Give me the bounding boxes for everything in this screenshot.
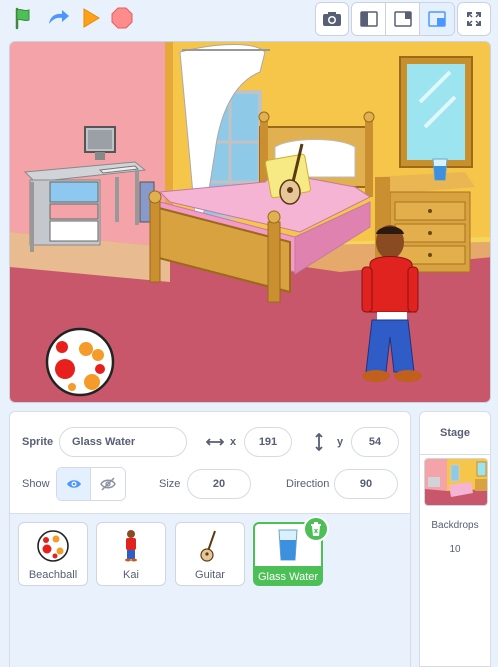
stage-toolbar [0,0,498,40]
normal-stage-icon[interactable] [386,3,420,35]
glass-water-sprite[interactable] [432,158,448,181]
eye-slash-icon [100,477,116,491]
beachball-sprite[interactable] [45,327,115,397]
sprite-name-input[interactable]: Glass Water [59,427,187,457]
sprite-tile-label: Kai [123,569,139,581]
x-input[interactable]: 191 [244,427,292,457]
mirror [399,56,473,168]
fullscreen-icon[interactable] [457,2,491,36]
sprite-label: Sprite [22,436,54,448]
sprite-tile-kai[interactable]: Kai [96,522,166,586]
play-icon[interactable] [76,4,104,32]
sprite-tile-beachball[interactable]: Beachball [18,522,88,586]
size-value: 20 [212,478,226,490]
trash-icon [311,522,321,536]
small-stage-mode-icon[interactable] [420,3,454,35]
sprite-info-panel: Sprite Glass Water x 191 y 54 Show Size [9,411,411,667]
y-arrows-icon [315,433,323,451]
y-value: 54 [368,436,382,448]
stage-size-toggle [351,2,455,36]
x-value: 191 [258,436,278,448]
y-input[interactable]: 54 [351,427,399,457]
y-label: y [337,436,344,448]
sprite-tile-guitar[interactable]: Guitar [175,522,245,586]
sprite-tile-label: Guitar [195,569,225,581]
direction-value: 90 [359,478,373,490]
backdrops-count: 10 [449,544,461,555]
green-flag-icon[interactable] [10,4,38,32]
delete-sprite-button[interactable] [303,516,329,542]
camera-icon[interactable] [315,2,349,36]
size-label: Size [159,478,181,490]
backdrops-label: Backdrops [431,520,479,531]
show-label: Show [22,478,50,490]
x-arrows-icon [206,438,224,446]
stage-canvas[interactable] [9,41,491,403]
stage-title: Stage [440,427,470,439]
sprite-tile-label: Glass Water [257,571,319,583]
show-visible-button[interactable] [57,468,91,500]
eye-icon [66,480,81,488]
stage-selector-panel[interactable]: Stage Backdrops 10 [419,411,491,667]
beachball-thumbnail [33,527,73,565]
bedroom-backdrop [10,42,490,402]
sprite-tile-label: Beachball [28,569,78,581]
sprite-name-value: Glass Water [72,436,136,448]
kai-thumbnail [111,527,151,565]
show-hidden-button[interactable] [91,468,125,500]
stage-thumbnail [424,458,488,506]
stop-icon[interactable] [108,4,136,32]
show-toggle [56,467,126,501]
sprite-tile-glass-water[interactable]: Glass Water [253,516,329,586]
small-stage-icon[interactable] [352,3,386,35]
guitar-thumbnail [190,527,230,565]
x-label: x [230,436,237,448]
direction-input[interactable]: 90 [334,469,398,499]
direction-label: Direction [286,478,330,490]
stage-divider [420,454,490,455]
turbo-icon[interactable] [44,4,72,32]
size-input[interactable]: 20 [187,469,251,499]
